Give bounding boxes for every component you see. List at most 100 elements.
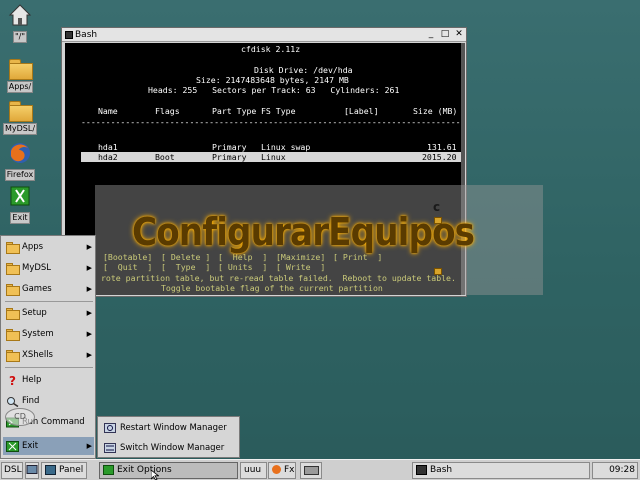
- menu-item-exit[interactable]: Exit ▶: [3, 437, 94, 455]
- panel-icon: [45, 464, 56, 475]
- column-name: Name: [98, 106, 118, 116]
- table-header-rule: ----------------------------------------…: [81, 117, 465, 127]
- submenu-arrow-icon: ▶: [86, 243, 92, 251]
- partition-row-name[interactable]: hda1: [98, 142, 118, 152]
- partition-row-fs-type: Linux swap: [261, 142, 311, 152]
- pager-button[interactable]: [300, 462, 322, 479]
- folder-icon: [6, 329, 20, 341]
- pager-icon: [304, 466, 319, 475]
- partition-row-size: 2015.20: [422, 152, 457, 162]
- taskbar-button-label: Panel: [59, 465, 84, 475]
- terminal-icon: [416, 464, 427, 475]
- firefox-icon: [272, 465, 281, 474]
- taskbar-bash-button[interactable]: Bash: [412, 462, 590, 479]
- cd-badge-icon: CD: [5, 408, 35, 426]
- close-button[interactable]: ✕: [454, 30, 464, 40]
- taskbar-exit-options-button[interactable]: Exit Options: [99, 462, 238, 479]
- maximize-button[interactable]: □: [440, 30, 450, 40]
- menu-item-label: XShells: [22, 350, 53, 360]
- desktop-icon-exit[interactable]: Exit: [2, 184, 38, 224]
- partition-row-part-type: Primary: [212, 142, 247, 152]
- menu-item-label: Exit: [22, 441, 39, 451]
- desktop-icon-label: Exit: [10, 212, 30, 224]
- desktop-icon-mydsl[interactable]: MyDSL/: [2, 98, 38, 135]
- partition-row-part-type: Primary: [212, 152, 247, 162]
- window-title: Bash: [75, 30, 98, 40]
- clock: 09:28 AM: [592, 462, 638, 479]
- submenu-arrow-icon: ▶: [86, 264, 92, 272]
- desktop-icon-root[interactable]: "/": [2, 3, 38, 43]
- menu-item-label: System: [22, 329, 54, 339]
- partition-row-size: 131.61: [427, 142, 457, 152]
- partition-row-fs-type: Linux: [261, 152, 286, 162]
- partition-row-name: hda2: [98, 152, 118, 162]
- submenu-arrow-icon: ▶: [86, 442, 92, 450]
- menu-separator: [5, 367, 93, 368]
- desktop-icon-firefox[interactable]: Firefox: [2, 141, 38, 181]
- submenu-item-label: Restart Window Manager: [120, 423, 227, 433]
- submenu-arrow-icon: ▶: [86, 330, 92, 338]
- menu-item-label: Help: [22, 375, 42, 385]
- disk-drive-line: Disk Drive: /dev/hda: [254, 65, 353, 75]
- exit-icon: [103, 464, 114, 475]
- desktop-icon-apps[interactable]: Apps/: [2, 56, 38, 93]
- watermark-square-icon: [434, 217, 442, 224]
- menu-item-apps[interactable]: Apps ▶: [3, 238, 94, 256]
- start-button[interactable]: DSL: [1, 462, 23, 479]
- svg-text:?: ?: [9, 375, 16, 386]
- folder-icon: [6, 350, 20, 362]
- taskbar-firefox-button[interactable]: Fx: [268, 462, 296, 479]
- folder-icon: [8, 56, 33, 80]
- terminal-icon: [65, 31, 73, 39]
- menu-item-label: Apps: [22, 242, 44, 252]
- menu-item-system[interactable]: System ▶: [3, 325, 94, 343]
- table-row-selected[interactable]: hda2 Boot Primary Linux 2015.20: [81, 152, 465, 162]
- menu-item-label: Find: [22, 396, 40, 406]
- column-label: [Label]: [344, 106, 379, 116]
- desktop-icon-label: Firefox: [4, 169, 36, 181]
- menu-item-label: Setup: [22, 308, 47, 318]
- menu-item-xshells[interactable]: XShells ▶: [3, 346, 94, 364]
- taskbar: DSL Panel Exit Options uuu Fx Bash 09:28…: [0, 459, 640, 480]
- taskbar-button-label: uuu: [244, 465, 262, 475]
- firefox-icon: [10, 143, 30, 163]
- window-titlebar[interactable]: Bash _ □ ✕: [62, 28, 466, 42]
- desktop-icon-label: "/": [12, 31, 28, 43]
- exit-icon: [10, 186, 30, 206]
- submenu-item-label: Switch Window Manager: [120, 443, 225, 453]
- taskbar-button-label: Fx: [284, 465, 295, 475]
- exit-submenu[interactable]: Restart Window Manager Switch Window Man…: [97, 416, 240, 458]
- taskbar-panel-button[interactable]: Panel: [41, 462, 87, 479]
- menu-item-setup[interactable]: Setup ▶: [3, 304, 94, 322]
- mouse-cursor-icon: [151, 470, 159, 480]
- minimize-button[interactable]: _: [426, 30, 436, 40]
- desktop-icon-label: MyDSL/: [2, 123, 38, 135]
- menu-item-help[interactable]: ? Help: [3, 371, 94, 389]
- folder-icon: [6, 284, 20, 296]
- desktop-icon: [26, 465, 38, 474]
- taskbar-uuu-button[interactable]: uuu: [240, 462, 267, 479]
- taskbar-button-label: Exit Options: [117, 465, 172, 475]
- show-desktop-button[interactable]: [25, 462, 39, 479]
- menu-item-mydsl[interactable]: MyDSL ▶: [3, 259, 94, 277]
- folder-icon: [6, 263, 20, 275]
- menu-item-label: MyDSL: [22, 263, 52, 273]
- watermark-letter: c: [433, 200, 441, 214]
- find-icon: [7, 397, 19, 407]
- exit-icon: [6, 441, 19, 452]
- folder-icon: [8, 98, 33, 122]
- submenu-item-restart-wm[interactable]: Restart Window Manager: [100, 419, 238, 437]
- folder-icon: [6, 308, 20, 320]
- partition-row-flags: Boot: [155, 152, 175, 162]
- submenu-arrow-icon: ▶: [86, 285, 92, 293]
- menu-item-label: Games: [22, 284, 52, 294]
- restart-icon: [104, 423, 116, 433]
- start-menu[interactable]: Apps ▶ MyDSL ▶ Games ▶ Setup ▶ System ▶ …: [0, 235, 96, 459]
- menu-item-games[interactable]: Games ▶: [3, 280, 94, 298]
- submenu-item-switch-wm[interactable]: Switch Window Manager: [100, 439, 238, 457]
- cfdisk-title: cfdisk 2.11z: [241, 44, 301, 54]
- disk-geometry-line: Heads: 255 Sectors per Track: 63 Cylinde…: [148, 85, 400, 95]
- switch-icon: [104, 443, 116, 453]
- submenu-arrow-icon: ▶: [86, 309, 92, 317]
- watermark-square-icon: [434, 268, 442, 275]
